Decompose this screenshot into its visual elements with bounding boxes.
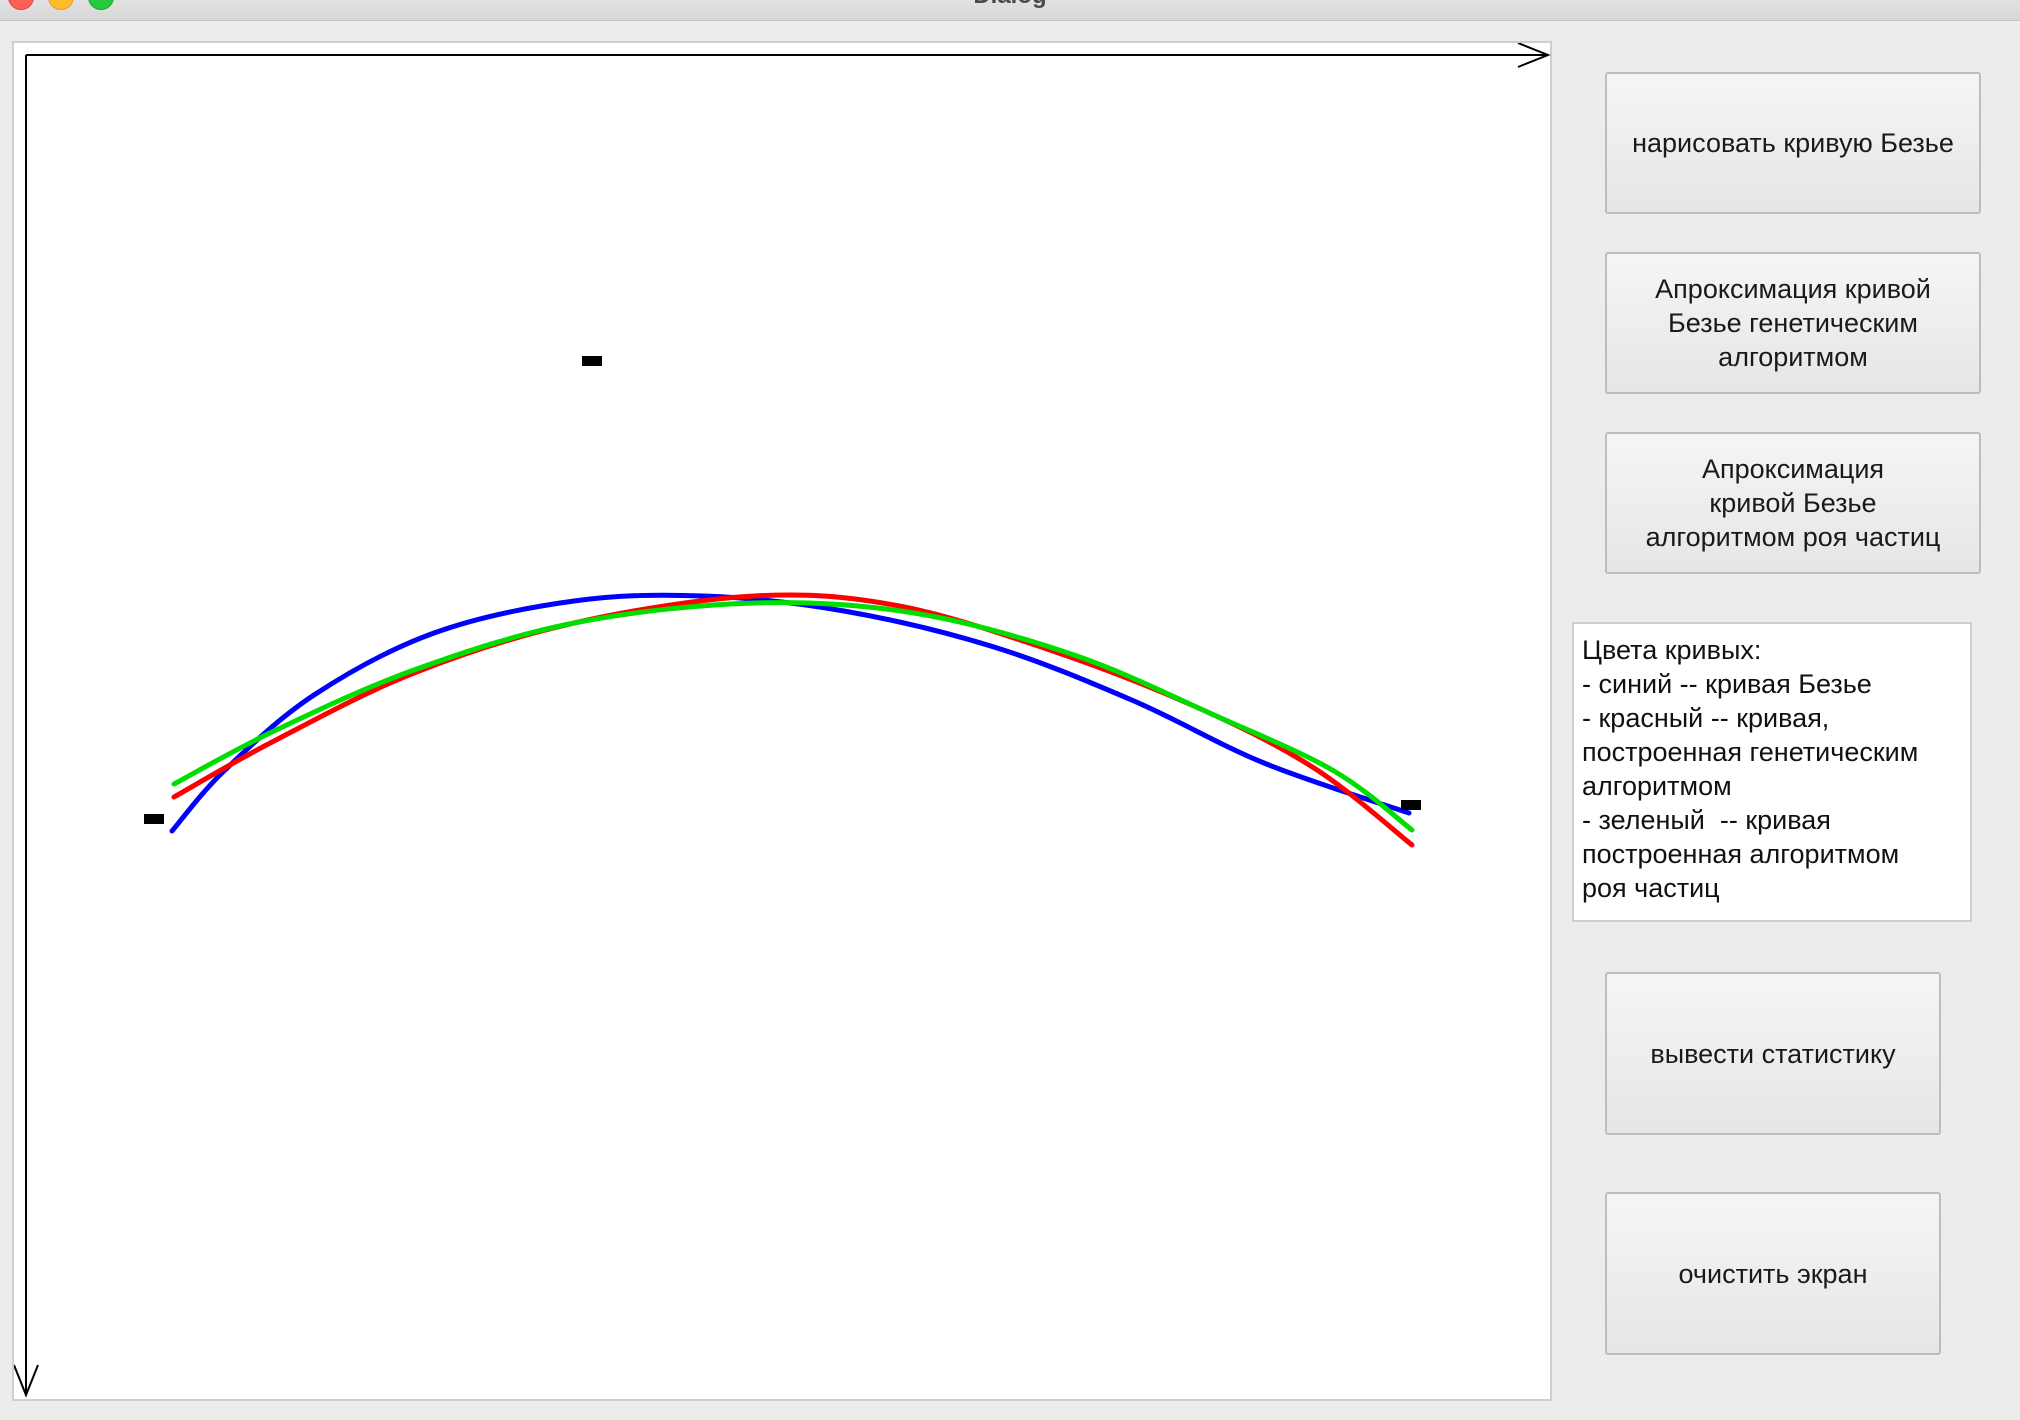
legend-green-entry-line1: - зеленый -- кривая xyxy=(1582,805,1831,835)
show-statistics-button[interactable]: вывести статистику xyxy=(1605,972,1941,1135)
legend-green-entry-line3: роя частиц xyxy=(1582,873,1720,903)
clear-screen-button-label: очистить экран xyxy=(1678,1258,1868,1289)
show-statistics-button-label: вывести статистику xyxy=(1650,1038,1896,1069)
particle-swarm-curve xyxy=(171,600,1415,833)
legend-green-entry-line2: построенная алгоритмом xyxy=(1582,839,1900,869)
legend-red-entry-line1: - красный -- кривая, xyxy=(1582,703,1830,733)
control-point-2[interactable] xyxy=(582,356,602,366)
approximate-genetic-button-label: Апроксимация кривой Безье генетическим а… xyxy=(1655,274,1931,372)
approximate-genetic-button[interactable]: Апроксимация кривой Безье генетическим а… xyxy=(1605,252,1981,394)
legend-title: Цвета кривых: xyxy=(1582,635,1762,665)
bezier-curve xyxy=(169,592,1412,834)
clear-screen-button[interactable]: очистить экран xyxy=(1605,1192,1941,1355)
control-point-1[interactable] xyxy=(144,814,164,824)
legend-red-entry-line3: алгоритмом xyxy=(1582,771,1732,801)
approximate-swarm-button-label: Апроксимация кривой Безье алгоритмом роя… xyxy=(1645,454,1941,552)
dialog-window: Dialog нарисовать кривую Безье Апроксима… xyxy=(0,0,2020,1420)
legend-blue-entry: - синий -- кривая Безье xyxy=(1582,669,1872,699)
window-title: Dialog xyxy=(0,0,2020,10)
legend-red-entry-line2: построенная генетическим xyxy=(1582,737,1919,767)
coordinate-axes xyxy=(14,43,1551,1398)
approximate-swarm-button[interactable]: Апроксимация кривой Безье алгоритмом роя… xyxy=(1605,432,1981,574)
curves-layer xyxy=(169,592,1415,848)
plot-area[interactable] xyxy=(14,43,1554,1403)
drawing-canvas[interactable] xyxy=(12,41,1552,1401)
control-points-layer xyxy=(144,356,1421,824)
title-bar: Dialog xyxy=(0,0,2020,21)
draw-bezier-button-label: нарисовать кривую Безье xyxy=(1632,128,1954,158)
curve-color-legend: Цвета кривых: - синий -- кривая Безье - … xyxy=(1572,622,1972,922)
draw-bezier-button[interactable]: нарисовать кривую Безье xyxy=(1605,72,1981,214)
control-point-3[interactable] xyxy=(1401,800,1421,810)
